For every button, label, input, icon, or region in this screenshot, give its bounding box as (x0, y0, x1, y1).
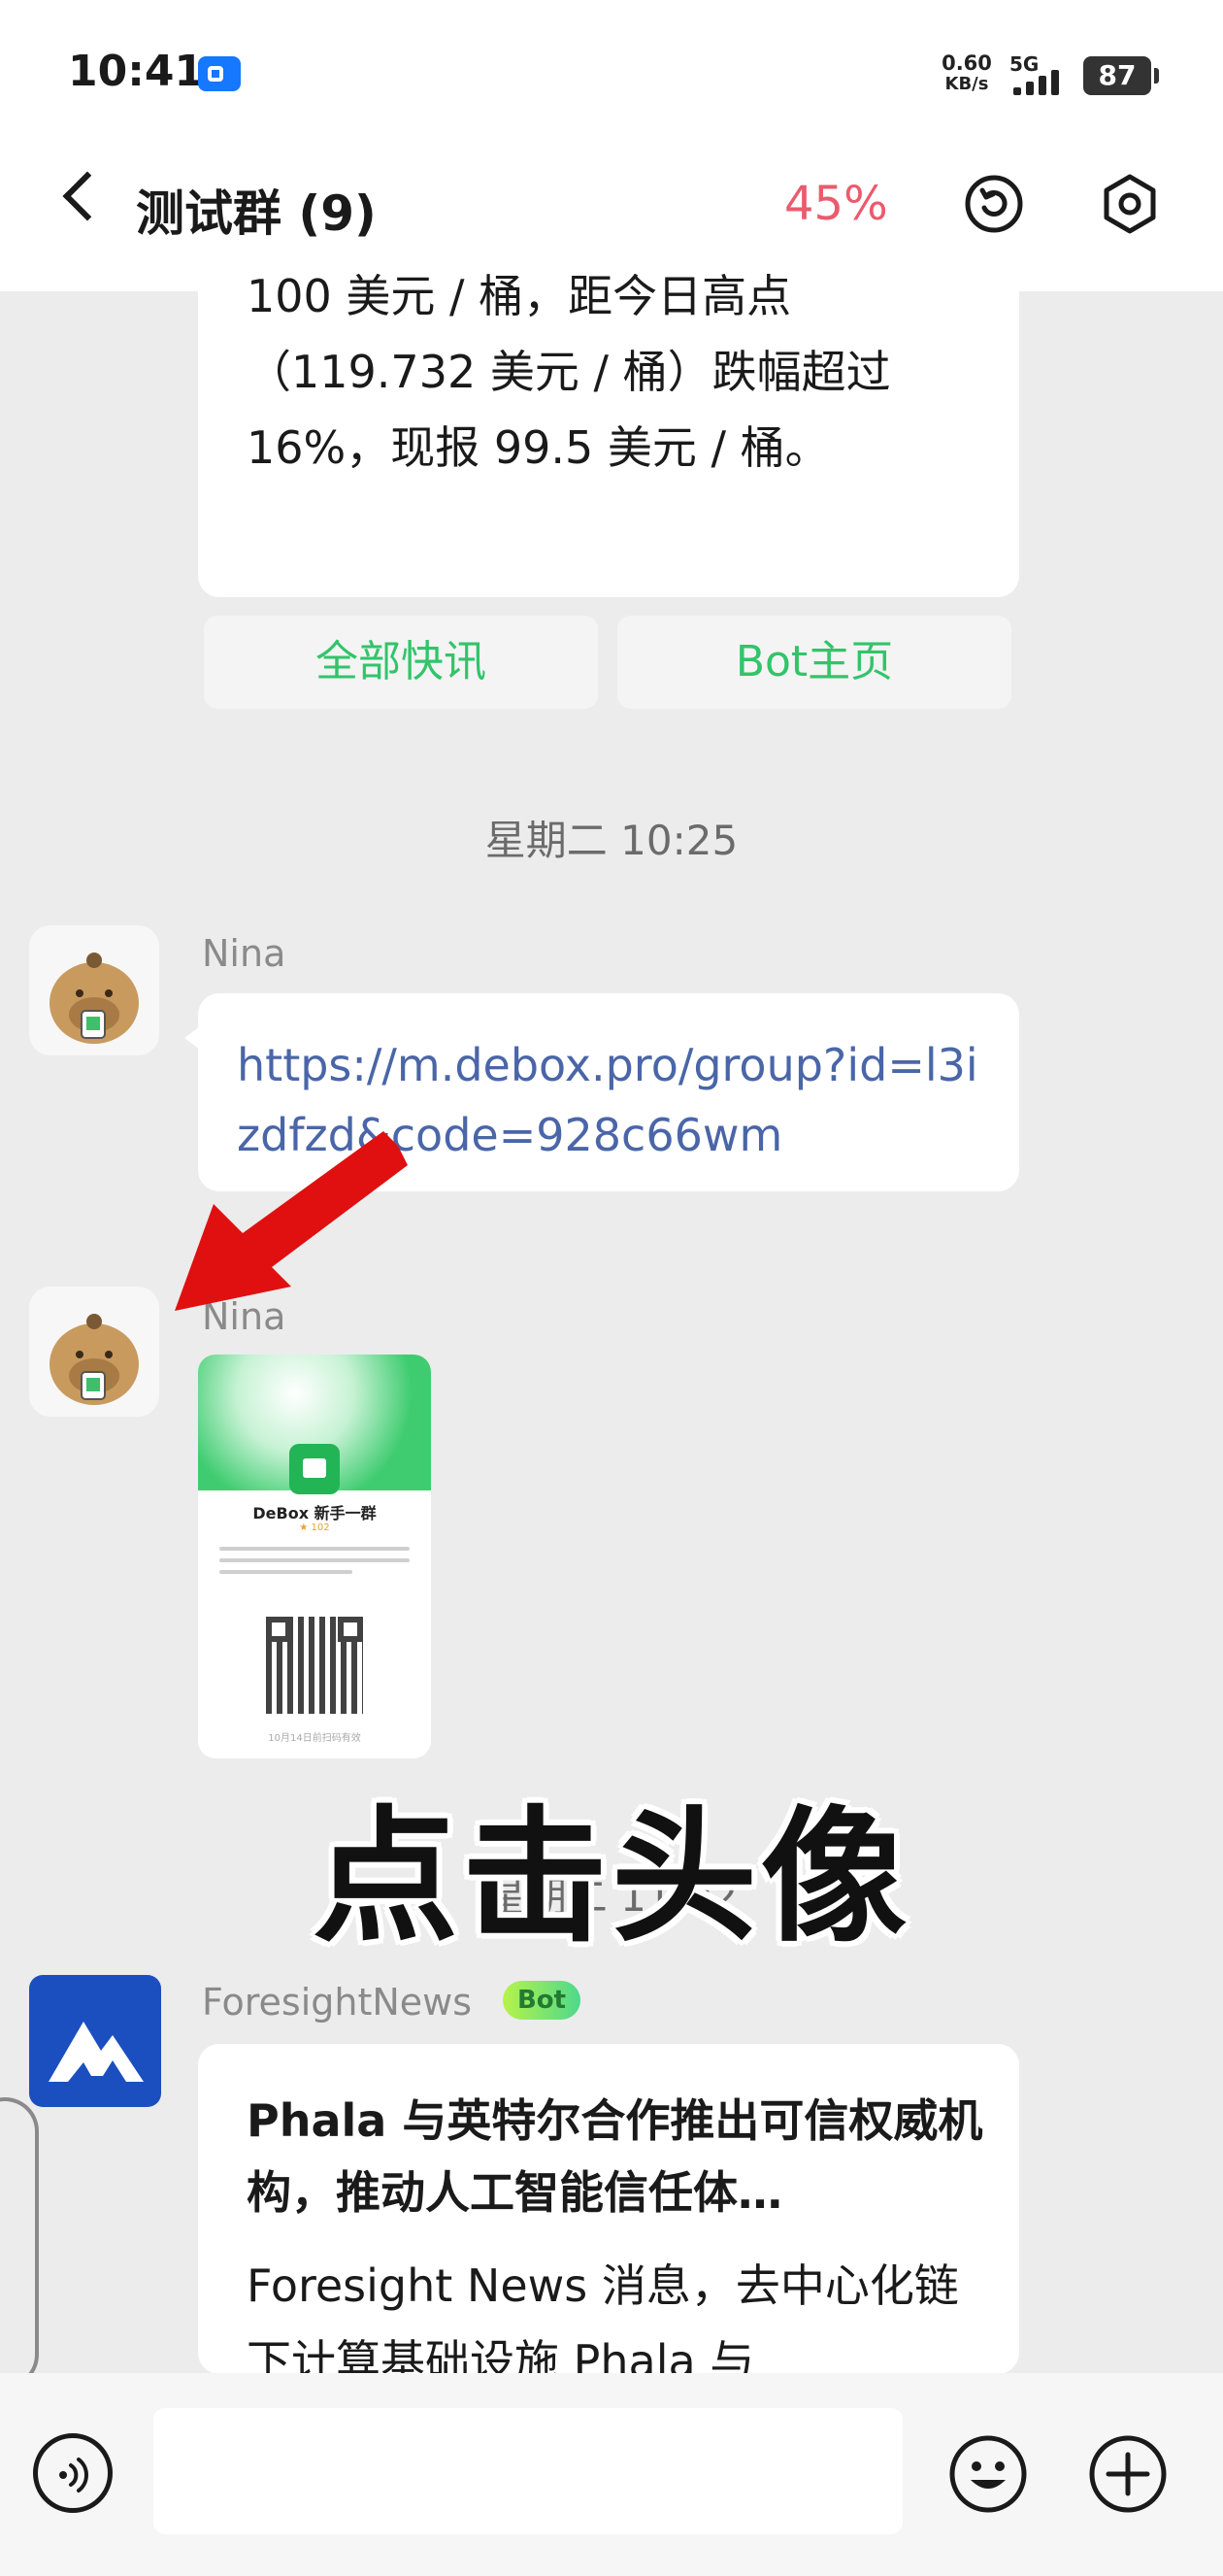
overlay-caption: 点击头像 (312, 1793, 910, 1962)
signal-icon (1013, 68, 1074, 95)
debox-logo-icon (289, 1444, 340, 1494)
hexagon-settings-icon[interactable] (1099, 173, 1161, 235)
battery-icon: 87 (1083, 56, 1159, 95)
capybara-avatar-icon (50, 953, 139, 1044)
sender-name: Nina (202, 932, 286, 975)
all-news-button[interactable]: 全部快讯 (204, 616, 598, 709)
edge-handle (0, 2097, 39, 2389)
net-speed-value: 0.60 (942, 51, 992, 75)
voice-icon[interactable] (33, 2433, 113, 2513)
group-invite-card[interactable]: DeBox 新手一群 ★ 102 10月14日前扫码有效 (198, 1355, 431, 1758)
news-title: Phala 与英特尔合作推出可信权威机构，推动人工智能信任体… (247, 2094, 983, 2219)
red-arrow-icon (175, 1131, 408, 1311)
camera-icon (198, 56, 241, 91)
avatar[interactable] (29, 1287, 159, 1417)
card-description (219, 1547, 410, 1582)
news-bubble[interactable]: Phala 与英特尔合作推出可信权威机构，推动人工智能信任体… Foresigh… (198, 2044, 1019, 2374)
avatar[interactable] (29, 925, 159, 1055)
card-tag: ★ 102 (299, 1522, 330, 1533)
news-text: Bitget 行情数据，布伦特原油跌破 100 美元 / 桶，距今日高点（119… (247, 270, 891, 474)
qr-code-icon (266, 1617, 363, 1714)
news-body: Foresight News 消息，去中心化链下计算基础设施 Phala 与 (247, 2259, 959, 2374)
chat-title: 测试群 (9) (136, 185, 377, 242)
news-bubble[interactable]: Bitget 行情数据，布伦特原油跌破 100 美元 / 桶，距今日高点（119… (198, 252, 1019, 597)
net-speed-unit: KB/s (944, 74, 989, 94)
card-footer: 10月14日前扫码有效 (268, 1733, 361, 1744)
capybara-avatar-icon (50, 1314, 139, 1405)
sender-name: ForesightNews (202, 1981, 473, 2024)
refresh-icon[interactable] (963, 173, 1025, 235)
bot-badge: Bot (503, 1981, 580, 2020)
net-speed: 0.60 KB/s (940, 52, 994, 95)
emoji-icon[interactable] (947, 2433, 1029, 2515)
foresight-logo-icon (49, 2022, 144, 2082)
bot-home-button[interactable]: Bot主页 (617, 616, 1011, 709)
percent-indicator[interactable]: 45% (784, 177, 888, 231)
card-title: DeBox 新手一群 (252, 1504, 377, 1522)
message-input[interactable] (153, 2408, 903, 2534)
timestamp: 星期二 10:25 (484, 817, 739, 864)
status-time: 10:41 (68, 47, 205, 96)
plus-icon[interactable] (1087, 2433, 1169, 2515)
avatar[interactable] (29, 1975, 161, 2107)
